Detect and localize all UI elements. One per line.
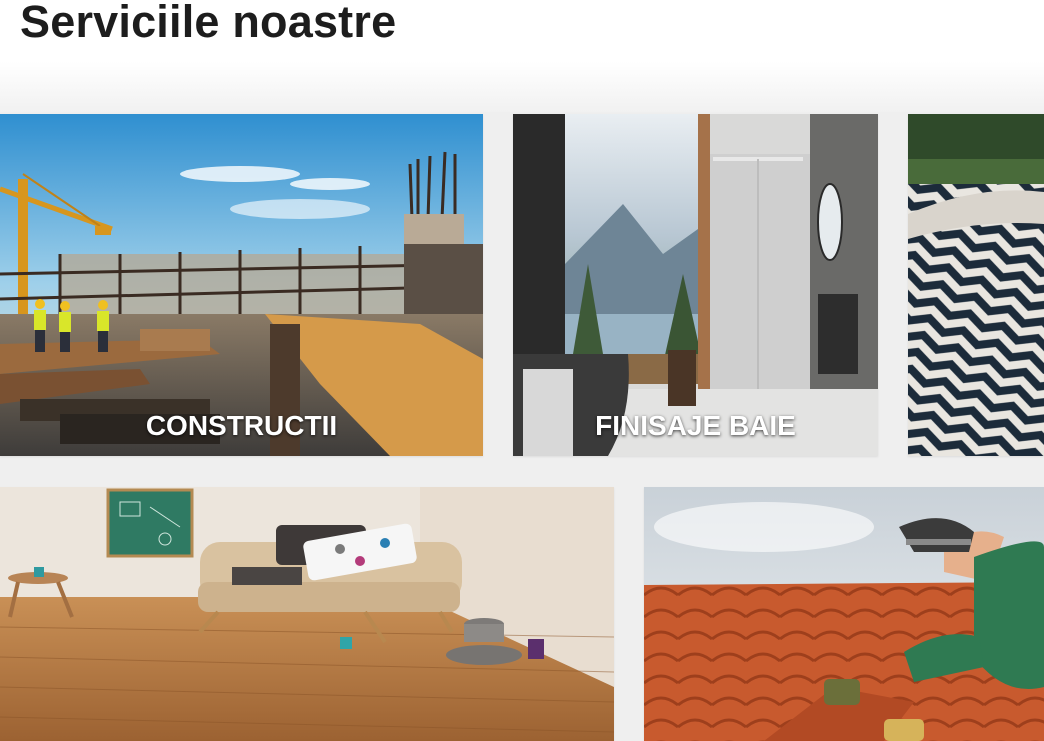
wooden-floor-image (0, 487, 614, 741)
roof-worker-image (644, 487, 1044, 741)
service-card-parchet[interactable] (0, 487, 614, 741)
bathroom-image (513, 114, 878, 456)
paving-stones-image (908, 114, 1044, 456)
construction-site-image (0, 114, 483, 456)
service-card-constructii[interactable]: CONSTRUCTII (0, 114, 483, 456)
service-label: FINISAJE BAIE (595, 410, 796, 441)
service-card-pavaje[interactable] (908, 114, 1044, 456)
service-card-finisaje-baie[interactable]: FINISAJE BAIE (513, 114, 878, 456)
service-label: CONSTRUCTII (145, 410, 338, 441)
page-title: Serviciile noastre (20, 0, 397, 47)
service-card-acoperisuri[interactable] (644, 487, 1044, 741)
